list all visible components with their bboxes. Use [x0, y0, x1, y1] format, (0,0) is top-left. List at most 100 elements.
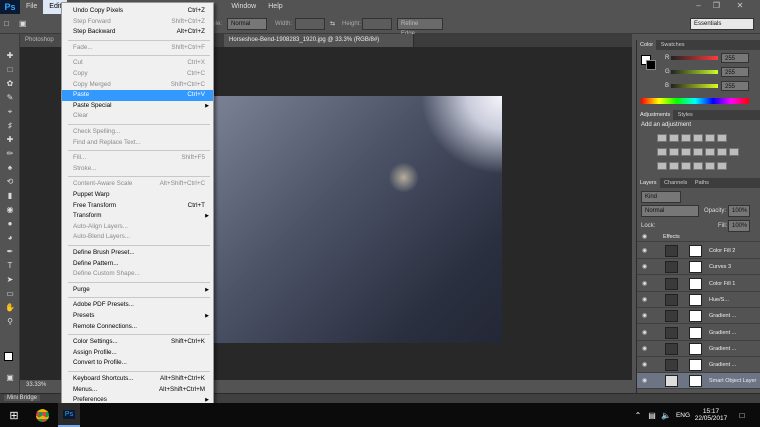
language-indicator[interactable]: ENG [674, 403, 692, 427]
menu-file[interactable]: File [20, 0, 43, 14]
clone-stamp-icon[interactable]: ♠ [4, 162, 16, 173]
quick-mask-icon[interactable]: ▣ [4, 372, 16, 383]
history-brush-icon[interactable]: ⟲ [4, 176, 16, 187]
channel-value-r[interactable]: 255 [721, 53, 749, 63]
layer-mask-thumbnail[interactable] [689, 245, 702, 257]
layer-mask-thumbnail[interactable] [689, 342, 702, 355]
restore-icon[interactable]: ❐ [708, 0, 725, 12]
dodge-tool-icon[interactable]: ◕ [4, 232, 16, 243]
adjustment-icon[interactable] [717, 162, 727, 170]
layer-mask-thumbnail[interactable] [689, 310, 702, 323]
zoom-tool-icon[interactable]: ⚲ [4, 316, 16, 327]
minimize-icon[interactable]: – [690, 0, 707, 12]
zoom-level[interactable]: 33.33% [26, 382, 46, 388]
visibility-eye-icon[interactable]: ◉ [642, 247, 647, 254]
adjustment-icon[interactable] [657, 134, 667, 142]
menu-window[interactable]: Window [225, 0, 262, 14]
menu-item-purge[interactable]: Purge ▶ [62, 285, 213, 296]
height-input[interactable] [362, 18, 392, 30]
type-tool-icon[interactable]: T [4, 260, 16, 271]
workspace-select[interactable]: Essentials [690, 18, 754, 30]
menu-item-menus[interactable]: Menus... Alt+Shift+Ctrl+M [62, 385, 213, 396]
layer-thumbnail[interactable] [665, 359, 678, 372]
style-select[interactable]: Normal [227, 18, 267, 30]
swap-icon[interactable]: ⇆ [330, 18, 335, 30]
kind-filter[interactable]: Kind [641, 191, 681, 203]
layer-thumbnail[interactable] [665, 245, 678, 257]
foreground-color-swatch[interactable] [4, 352, 13, 361]
menu-item-paste[interactable]: Paste Ctrl+V [62, 90, 213, 101]
layer-mask-thumbnail[interactable] [689, 277, 702, 290]
menu-item-presets[interactable]: Presets ▶ [62, 311, 213, 322]
windows-start-icon[interactable]: ⊞ [0, 403, 28, 427]
menu-help[interactable]: Help [262, 0, 288, 14]
pen-tool-icon[interactable]: ✒ [4, 246, 16, 257]
layer-row[interactable]: ◉ Color Fill 2 [637, 243, 760, 259]
marquee-tool-icon[interactable]: □ [4, 64, 16, 75]
layer-thumbnail[interactable] [665, 375, 678, 388]
tab-channels[interactable]: Channels [661, 180, 690, 186]
brush-tool-icon[interactable]: ✏ [4, 148, 16, 159]
menu-item-define-brush-preset[interactable]: Define Brush Preset... [62, 248, 213, 259]
adjustment-icon[interactable] [705, 134, 715, 142]
visibility-eye-icon[interactable]: ◉ [642, 361, 647, 368]
marquee-tool-icon[interactable]: □ [4, 18, 9, 30]
channel-value-g[interactable]: 255 [721, 67, 749, 77]
tab-photoshop[interactable]: Photoshop [20, 34, 64, 47]
width-input[interactable] [295, 18, 325, 30]
mini-bridge-tab[interactable]: Mini Bridge [4, 395, 41, 401]
menu-item-puppet-warp[interactable]: Puppet Warp [62, 190, 213, 201]
adjustment-icon[interactable] [693, 162, 703, 170]
selection-mode-icon[interactable]: ▣ [19, 18, 27, 30]
rectangle-tool-icon[interactable]: ▭ [4, 288, 16, 299]
adjustment-icon[interactable] [669, 148, 679, 156]
layer-row[interactable]: ◉ Gradient ... [637, 357, 760, 374]
menu-item-keyboard-shortcuts[interactable]: Keyboard Shortcuts... Alt+Shift+Ctrl+K [62, 374, 213, 385]
paint-bucket-icon[interactable]: ◉ [4, 204, 16, 215]
visibility-eye-icon[interactable]: ◉ [642, 345, 647, 352]
adjustment-icon[interactable] [657, 162, 667, 170]
adjustment-icon[interactable] [717, 148, 727, 156]
menu-item-adobe-pdf-presets[interactable]: Adobe PDF Presets... [62, 300, 213, 311]
layer-row[interactable]: ◉ Gradient ... [637, 308, 760, 325]
layer-mask-thumbnail[interactable] [689, 293, 702, 306]
tray-chevron-icon[interactable]: ⌃ [632, 403, 644, 427]
adjustment-icon[interactable] [705, 162, 715, 170]
tab-paths[interactable]: Paths [692, 180, 712, 186]
layer-mask-thumbnail[interactable] [689, 375, 702, 388]
network-icon[interactable]: ▤ [646, 403, 658, 427]
menu-item-color-settings[interactable]: Color Settings... Shift+Ctrl+K [62, 337, 213, 348]
layer-mask-thumbnail[interactable] [689, 326, 702, 339]
tab-document[interactable]: Horseshoe-Bend-1908283_1920.jpg @ 33.3% … [224, 34, 414, 47]
notifications-icon[interactable]: □ [734, 403, 750, 427]
tab-styles[interactable]: Styles [675, 112, 696, 118]
adjustment-icon[interactable] [681, 148, 691, 156]
eraser-icon[interactable]: ▮ [4, 190, 16, 201]
layer-thumbnail[interactable] [665, 326, 678, 339]
layer-mask-thumbnail[interactable] [689, 261, 702, 274]
layer-row[interactable]: ◉ Smart Object Layer [637, 373, 760, 390]
channel-value-b[interactable]: 255 [721, 81, 749, 91]
layer-mask-thumbnail[interactable] [689, 359, 702, 372]
adjustment-icon[interactable] [693, 148, 703, 156]
adjustment-icon[interactable] [693, 134, 703, 142]
menu-item-transform[interactable]: Transform ▶ [62, 211, 213, 222]
layer-row[interactable]: ◉ Color Fill 1 [637, 275, 760, 292]
layer-thumbnail[interactable] [665, 261, 678, 274]
document-image[interactable] [213, 96, 502, 343]
hand-tool-icon[interactable]: ✋ [4, 302, 16, 313]
refine-edge-button[interactable]: Refine Edge... [397, 18, 443, 37]
layer-thumbnail[interactable] [665, 310, 678, 323]
quick-selection-icon[interactable]: ✎ [4, 92, 16, 103]
layer-row[interactable]: ◉ Curves 3 [637, 259, 760, 276]
layer-thumbnail[interactable] [665, 342, 678, 355]
menu-item-remote-connections[interactable]: Remote Connections... [62, 322, 213, 333]
tab-adjustments[interactable]: Adjustments [637, 110, 674, 120]
layer-row[interactable]: ◉ Gradient ... [637, 340, 760, 357]
tab-layers[interactable]: Layers [637, 178, 660, 188]
move-tool-icon[interactable]: ✚ [4, 50, 16, 61]
visibility-eye-icon[interactable]: ◉ [642, 296, 647, 303]
visibility-eye-icon[interactable]: ◉ [642, 312, 647, 319]
lasso-tool-icon[interactable]: ✿ [4, 78, 16, 89]
layer-row[interactable]: ◉ Gradient ... [637, 324, 760, 341]
